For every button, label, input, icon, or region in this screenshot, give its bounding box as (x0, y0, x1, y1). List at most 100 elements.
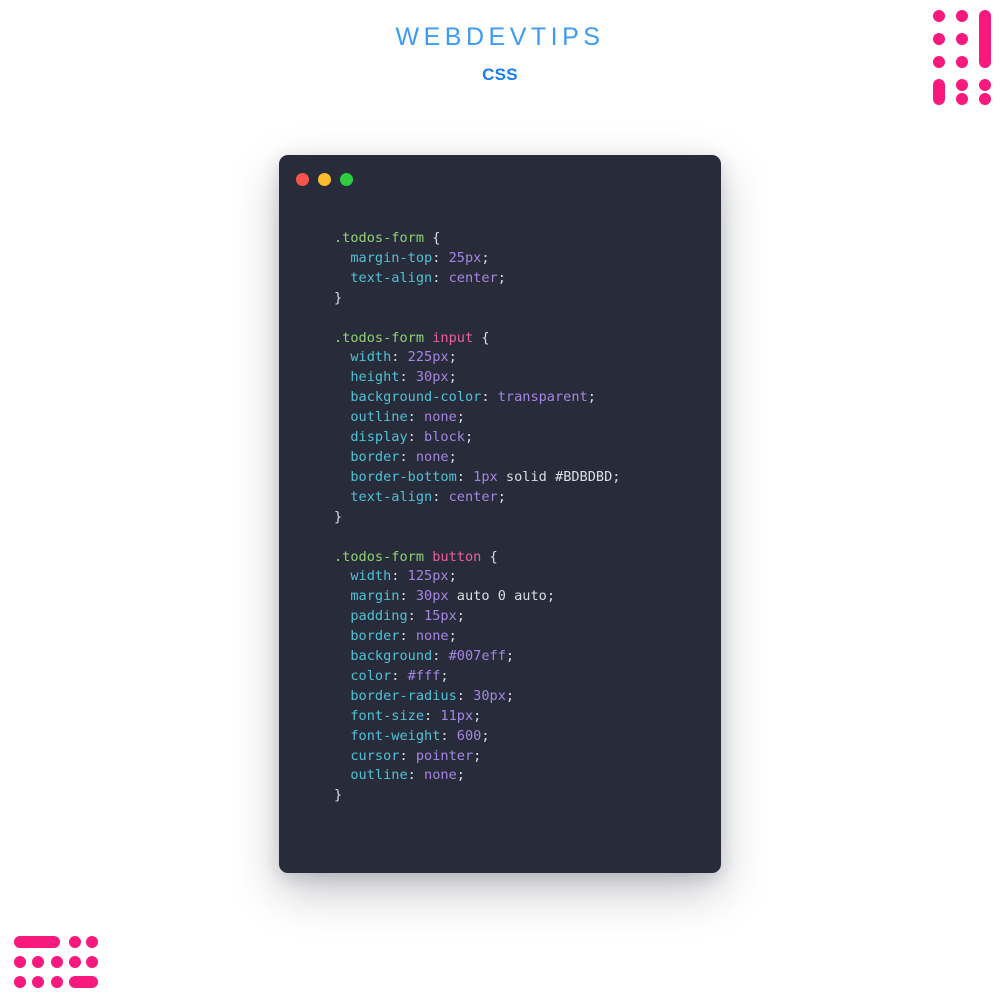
code-token-punc: ; (505, 648, 515, 665)
code-token-punc: auto 0 auto; (448, 588, 556, 605)
code-token-punc: } (334, 289, 343, 306)
code-token-punc: : (481, 389, 498, 406)
code-token-punc: : (456, 468, 474, 485)
code-token-prop: width (350, 568, 392, 585)
code-token-el: button (432, 548, 482, 565)
code-token-prop: background-color (350, 389, 482, 406)
decoration-dot-icon (32, 976, 44, 988)
decoration-dot-icon (69, 936, 81, 948)
code-token-sel: .todos-form (334, 329, 425, 346)
code-token-punc: : (440, 727, 457, 744)
code-token-punc: ; (497, 269, 506, 286)
decoration-dot-icon (979, 79, 991, 91)
decoration-dot-icon (86, 956, 98, 968)
code-token-val: 30px (473, 687, 506, 704)
code-token-val: none (424, 767, 457, 784)
code-token-val: none (415, 628, 449, 645)
code-token-prop: margin (350, 588, 400, 605)
code-token-val: 225px (407, 349, 449, 366)
code-token-val: center (448, 269, 498, 286)
code-token-punc (334, 728, 350, 744)
code-token-punc: ; (481, 727, 490, 744)
code-token-val: #007eff (448, 648, 506, 665)
code-token-prop: padding (350, 608, 408, 625)
code-token-punc (334, 767, 350, 783)
decoration-dot-icon (14, 956, 26, 968)
code-token-punc (334, 648, 350, 664)
code-token-punc (424, 549, 432, 565)
code-token-punc: solid #BDBDBD; (497, 468, 621, 485)
decoration-dot-icon (956, 10, 968, 22)
code-token-punc (334, 449, 350, 465)
code-token-punc: : (432, 249, 449, 266)
css-code-snippet[interactable]: .todos-form { margin-top: 25px; text-ali… (279, 229, 721, 806)
code-token-punc: : (399, 369, 416, 386)
code-token-val: none (424, 409, 457, 426)
code-token-prop: border (350, 448, 400, 465)
code-token-punc: ; (448, 369, 457, 386)
code-token-punc (424, 330, 432, 346)
decoration-dot-icon (933, 56, 945, 68)
decoration-dot-icon (933, 33, 945, 45)
decoration-dot-icon (86, 936, 98, 948)
code-token-sel: .todos-form (334, 548, 425, 565)
code-token-prop: border-bottom (350, 468, 457, 485)
code-token-val: 600 (456, 727, 482, 744)
code-token-punc: { (424, 230, 441, 246)
code-token-punc (334, 270, 350, 286)
code-token-punc (334, 608, 350, 624)
decoration-dot-icon (14, 976, 26, 988)
code-token-val: 30px (415, 369, 449, 386)
maximize-button-icon[interactable] (340, 172, 353, 186)
code-token-punc (334, 568, 350, 584)
code-token-punc: ; (587, 389, 596, 406)
close-button-icon[interactable] (296, 172, 309, 186)
code-token-val: 25px (448, 249, 482, 266)
decoration-dot-icon (32, 956, 44, 968)
code-token-val: center (448, 488, 498, 505)
code-token-punc: : (407, 767, 425, 784)
code-token-punc (334, 349, 350, 365)
code-token-punc: { (473, 329, 490, 346)
code-token-sel: .todos-form (334, 230, 425, 246)
code-token-prop: display (350, 429, 408, 446)
code-token-punc: ; (448, 349, 457, 366)
minimize-button-icon[interactable] (318, 172, 331, 186)
code-token-prop: font-weight (350, 727, 441, 744)
code-token-punc: : (391, 667, 408, 684)
code-token-punc: ; (481, 249, 490, 266)
code-token-punc (334, 668, 350, 684)
code-token-punc (334, 469, 350, 485)
code-token-val: 1px (473, 468, 498, 485)
code-token-punc (334, 688, 350, 704)
decoration-dot-icon (956, 33, 968, 45)
decoration-pill-icon (933, 79, 945, 105)
code-token-prop: background (350, 648, 433, 665)
code-token-punc: } (334, 787, 343, 804)
code-token-punc (334, 369, 350, 385)
code-token-val: transparent (497, 389, 588, 406)
code-token-prop: outline (350, 767, 408, 784)
code-token-punc: { (481, 548, 498, 565)
code-token-punc: ; (448, 448, 457, 465)
code-token-punc (334, 250, 350, 266)
code-token-punc: ; (473, 707, 482, 724)
code-window: .todos-form { margin-top: 25px; text-ali… (279, 155, 721, 873)
code-token-punc: : (424, 707, 441, 724)
code-token-punc: ; (440, 667, 449, 684)
code-token-val: 125px (407, 568, 449, 585)
code-token-punc: : (399, 588, 416, 605)
code-token-punc: : (399, 628, 416, 645)
code-token-val: none (415, 448, 449, 465)
code-token-punc (334, 389, 350, 405)
code-token-punc (334, 429, 350, 445)
code-token-val: pointer (415, 747, 474, 764)
code-token-val: block (424, 429, 465, 446)
decoration-dot-icon (69, 956, 81, 968)
page-header: WEBDEVTIPS CSS (0, 0, 1000, 86)
decoration-top-right-dots (933, 10, 991, 105)
window-titlebar (279, 155, 721, 203)
code-token-punc (334, 409, 350, 425)
code-token-el: input (432, 329, 474, 346)
code-token-punc: : (391, 349, 408, 366)
